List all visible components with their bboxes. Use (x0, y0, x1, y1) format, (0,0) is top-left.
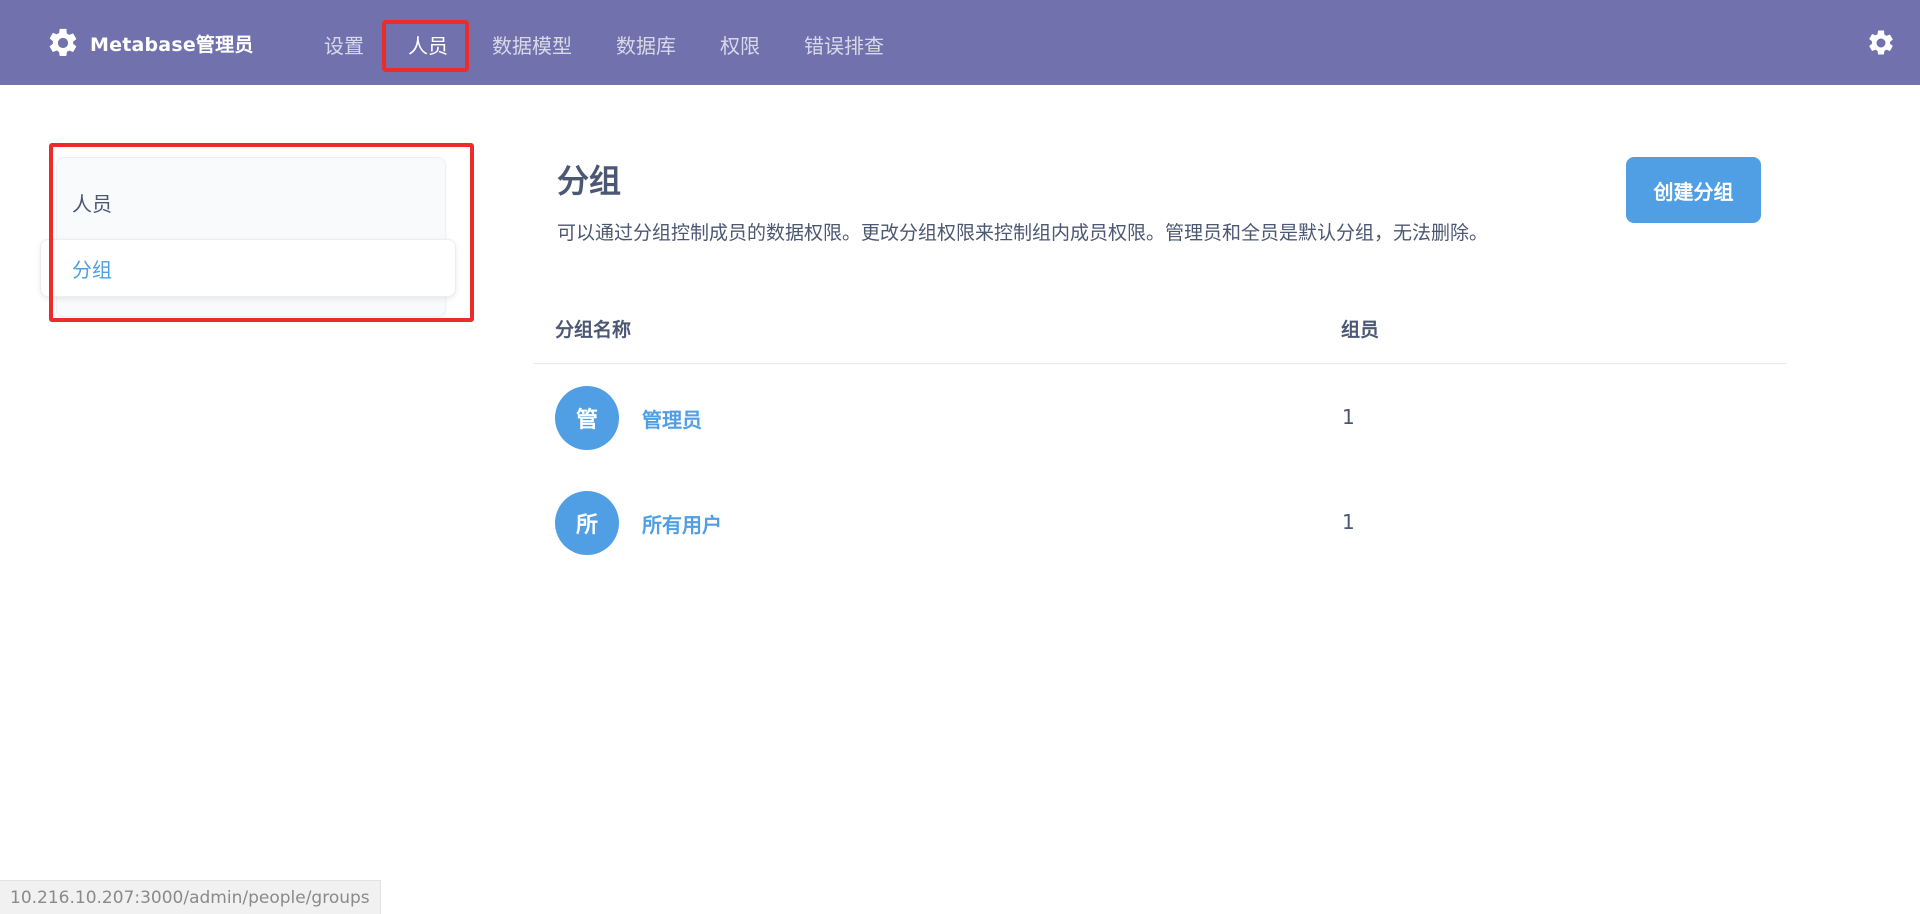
create-group-button[interactable]: 创建分组 (1626, 157, 1761, 223)
nav-settings[interactable]: 设置 (302, 22, 386, 66)
status-bar-url: 10.216.10.207:3000/admin/people/groups (0, 880, 381, 914)
column-header-group-name: 分组名称 (555, 319, 632, 341)
brand[interactable]: Metabase管理员 (46, 24, 254, 62)
group-name-link[interactable]: 所有用户 (642, 509, 722, 538)
nav-permissions[interactable]: 权限 (698, 22, 782, 66)
table-divider (534, 363, 1786, 364)
brand-label: Metabase管理员 (90, 33, 254, 56)
group-avatar: 所 (555, 491, 619, 555)
page-description: 可以通过分组控制成员的数据权限。更改分组权限来控制组内成员权限。管理员和全员是默… (557, 222, 1489, 244)
group-name-link[interactable]: 管理员 (642, 404, 702, 433)
table-row: 所 所有用户 1 (555, 491, 1755, 555)
gear-icon (49, 28, 77, 57)
member-count: 1 (1342, 405, 1355, 429)
page-title: 分组 (557, 162, 622, 200)
nav-people[interactable]: 人员 (386, 22, 470, 66)
sidebar-highlight-box (49, 143, 474, 322)
nav-databases[interactable]: 数据库 (594, 22, 698, 66)
group-avatar: 管 (555, 386, 619, 450)
admin-navbar: Metabase管理员 设置 人员 数据模型 数据库 权限 错误排查 (0, 0, 1920, 85)
settings-gear-icon[interactable] (1866, 28, 1896, 58)
member-count: 1 (1342, 510, 1355, 534)
table-row: 管 管理员 1 (555, 386, 1755, 450)
nav-data-model[interactable]: 数据模型 (470, 22, 594, 66)
admin-nav: 设置 人员 数据模型 数据库 权限 错误排查 (302, 22, 906, 66)
nav-troubleshooting[interactable]: 错误排查 (782, 22, 906, 66)
column-header-members: 组员 (1341, 319, 1380, 341)
